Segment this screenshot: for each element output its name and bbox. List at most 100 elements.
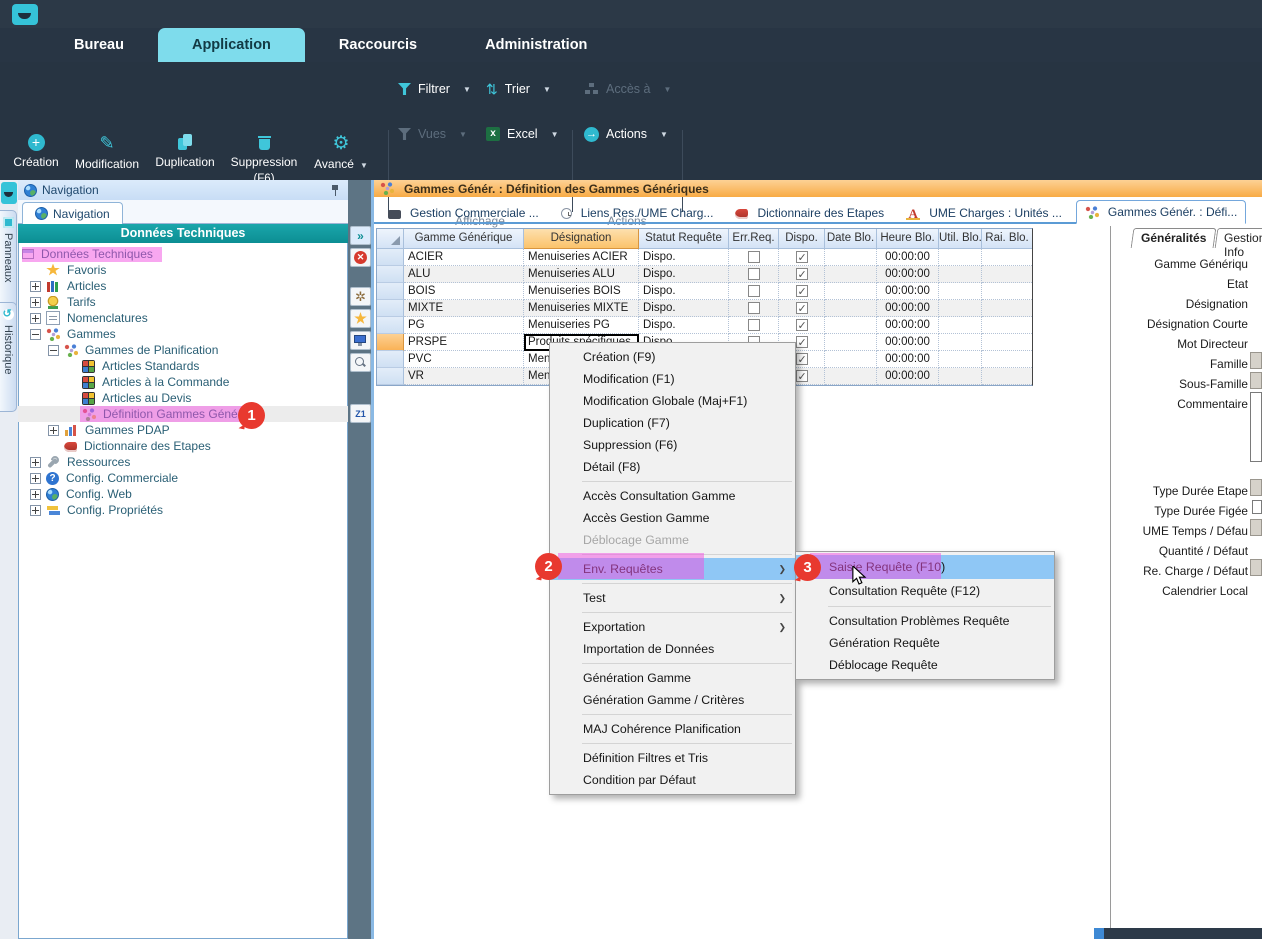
- workspace-tab[interactable]: Liens Res./UME Charg...: [553, 202, 722, 224]
- cell-gamme-generique[interactable]: ALU: [404, 266, 524, 283]
- table-row[interactable]: BOIS Menuiseries BOIS Dispo. 00:00:00: [377, 283, 1032, 300]
- row-selector[interactable]: [377, 368, 404, 385]
- checkbox-err-req[interactable]: [748, 285, 760, 297]
- pin-icon[interactable]: [330, 184, 340, 196]
- tree-item[interactable]: Données Techniques: [18, 246, 348, 262]
- menu-item[interactable]: [550, 580, 795, 587]
- tree-item[interactable]: Articles Standards: [18, 358, 348, 374]
- actions-button[interactable]: Actions: [584, 123, 668, 145]
- cell-rai-blo[interactable]: [982, 334, 1032, 351]
- menu-item[interactable]: Exportation: [550, 616, 795, 638]
- menu-item[interactable]: Importation de Données: [550, 638, 795, 660]
- cell-designation[interactable]: Menuiseries ACIER: [524, 249, 639, 266]
- cell-gamme-generique[interactable]: BOIS: [404, 283, 524, 300]
- column-header[interactable]: Util. Blo.: [939, 229, 982, 249]
- cell-heure-blo[interactable]: 00:00:00: [877, 368, 939, 385]
- checkbox-dispo[interactable]: [796, 319, 808, 331]
- cell-date-blo[interactable]: [825, 266, 877, 283]
- favorites-tool-button[interactable]: [350, 309, 371, 328]
- menu-item[interactable]: Modification Globale (Maj+F1): [550, 390, 795, 412]
- expander-icon[interactable]: [30, 297, 41, 308]
- tree-item[interactable]: Définition Gammes Générique: [18, 406, 348, 422]
- menu-item[interactable]: Env. Requêtes: [550, 558, 795, 580]
- expander-icon[interactable]: [30, 281, 41, 292]
- cell-rai-blo[interactable]: [982, 317, 1032, 334]
- acces-a-button[interactable]: Accès à: [584, 78, 671, 100]
- creation-button[interactable]: Création: [6, 134, 66, 169]
- rail-tab-panneaux[interactable]: Panneaux: [0, 210, 17, 310]
- cell-util-blo[interactable]: [939, 249, 982, 266]
- menu-item[interactable]: Déblocage Gamme: [550, 529, 795, 551]
- ribbon-tab[interactable]: Raccourcis: [305, 28, 451, 62]
- cell-designation[interactable]: Menuiseries BOIS: [524, 283, 639, 300]
- menu-item[interactable]: [550, 660, 795, 667]
- type-duree-etape-field[interactable]: [1250, 479, 1262, 496]
- tree-item[interactable]: Config. Commerciale: [18, 470, 348, 486]
- table-row[interactable]: ACIER Menuiseries ACIER Dispo. 00:00:00: [377, 249, 1032, 266]
- modification-button[interactable]: Modification: [66, 134, 148, 171]
- tree-item[interactable]: Gammes PDAP: [18, 422, 348, 438]
- submenu-item[interactable]: Consultation Problèmes Requête: [796, 610, 1054, 632]
- row-selector[interactable]: [377, 334, 404, 351]
- cell-util-blo[interactable]: [939, 300, 982, 317]
- column-header[interactable]: Dispo.: [779, 229, 825, 249]
- rail-tab-historique[interactable]: Historique: [0, 302, 17, 412]
- checkbox-dispo[interactable]: [796, 353, 808, 365]
- cell-date-blo[interactable]: [825, 300, 877, 317]
- navigation-tab[interactable]: Navigation: [22, 202, 123, 224]
- ribbon-tab[interactable]: Bureau: [40, 28, 158, 62]
- menu-item[interactable]: Génération Gamme / Critères: [550, 689, 795, 711]
- checkbox-err-req[interactable]: [748, 302, 760, 314]
- workspace-tab[interactable]: Dictionnaire des Etapes: [727, 202, 892, 224]
- monitor-tool-button[interactable]: [350, 331, 371, 350]
- expander-icon[interactable]: [30, 505, 41, 516]
- cell-rai-blo[interactable]: [982, 368, 1032, 385]
- cell-rai-blo[interactable]: [982, 300, 1032, 317]
- expander-icon[interactable]: [48, 345, 59, 356]
- cell-gamme-generique[interactable]: PVC: [404, 351, 524, 368]
- filtrer-button[interactable]: Filtrer: [398, 78, 471, 100]
- tree-item[interactable]: Ressources: [18, 454, 348, 470]
- tree-item[interactable]: Articles à la Commande: [18, 374, 348, 390]
- menu-item[interactable]: Condition par Défaut: [550, 769, 795, 791]
- submenu-item[interactable]: Déblocage Requête: [796, 654, 1054, 676]
- tree-item[interactable]: Dictionnaire des Etapes: [18, 438, 348, 454]
- cell-util-blo[interactable]: [939, 283, 982, 300]
- menu-item[interactable]: Test: [550, 587, 795, 609]
- checkbox-dispo[interactable]: [796, 285, 808, 297]
- cell-statut-requete[interactable]: Dispo.: [639, 317, 729, 334]
- cell-date-blo[interactable]: [825, 317, 877, 334]
- close-tool-button[interactable]: [350, 248, 371, 267]
- submenu-item[interactable]: [796, 603, 1054, 610]
- table-row[interactable]: PG Menuiseries PG Dispo. 00:00:00: [377, 317, 1032, 334]
- suppression-button[interactable]: Suppression (F6): [222, 134, 306, 185]
- submenu-item[interactable]: Saisie Requête (F10): [796, 555, 1054, 579]
- cell-rai-blo[interactable]: [982, 351, 1032, 368]
- cell-heure-blo[interactable]: 00:00:00: [877, 266, 939, 283]
- menu-item[interactable]: Suppression (F6): [550, 434, 795, 456]
- column-header[interactable]: Statut Requête: [639, 229, 729, 249]
- row-selector[interactable]: [377, 266, 404, 283]
- row-selector[interactable]: [377, 283, 404, 300]
- workspace-tab[interactable]: Gestion Commerciale ...: [380, 202, 547, 224]
- select-all-header[interactable]: [377, 229, 404, 249]
- column-header[interactable]: Date Blo.: [825, 229, 877, 249]
- row-selector[interactable]: [377, 300, 404, 317]
- menu-item[interactable]: [550, 551, 795, 558]
- row-selector[interactable]: [377, 351, 404, 368]
- trier-button[interactable]: Trier: [486, 78, 551, 100]
- cell-statut-requete[interactable]: Dispo.: [639, 249, 729, 266]
- cell-rai-blo[interactable]: [982, 266, 1032, 283]
- cell-heure-blo[interactable]: 00:00:00: [877, 283, 939, 300]
- cell-gamme-generique[interactable]: PG: [404, 317, 524, 334]
- column-header-sorted[interactable]: Désignation: [524, 229, 639, 249]
- cell-rai-blo[interactable]: [982, 283, 1032, 300]
- column-header[interactable]: Gamme Générique: [404, 229, 524, 249]
- menu-item[interactable]: [550, 609, 795, 616]
- tree-item[interactable]: Nomenclatures: [18, 310, 348, 326]
- cell-heure-blo[interactable]: 00:00:00: [877, 334, 939, 351]
- excel-button[interactable]: Excel: [486, 123, 559, 145]
- cell-statut-requete[interactable]: Dispo.: [639, 283, 729, 300]
- duplication-button[interactable]: Duplication: [148, 134, 222, 169]
- menu-item[interactable]: Détail (F8): [550, 456, 795, 478]
